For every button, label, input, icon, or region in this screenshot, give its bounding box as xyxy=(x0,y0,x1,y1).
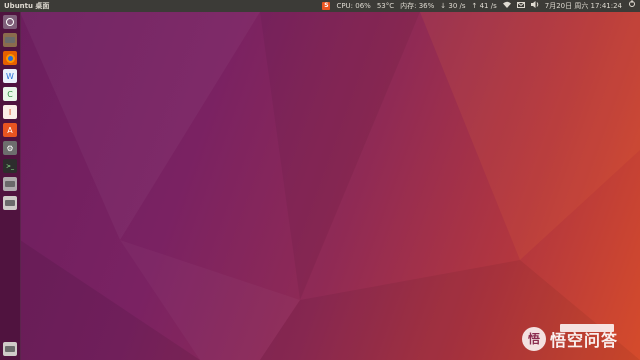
writer-icon[interactable]: W xyxy=(3,69,17,83)
terminal-icon[interactable]: >_ xyxy=(3,159,17,173)
power-icon[interactable] xyxy=(628,0,636,12)
volume-icon[interactable] xyxy=(530,0,539,12)
settings-icon[interactable]: ⚙ xyxy=(3,141,17,155)
trash-bottom-icon[interactable] xyxy=(3,342,17,356)
desktop-wallpaper xyxy=(0,0,640,360)
window-title: Ubuntu 桌面 xyxy=(4,2,50,10)
mail-icon[interactable] xyxy=(516,0,525,12)
firefox-icon[interactable] xyxy=(3,51,17,65)
cpu-indicator[interactable]: CPU: 06% xyxy=(336,0,370,12)
top-panel: Ubuntu 桌面 S CPU: 06% 53°C 内存: 36% ↓ 30 /… xyxy=(0,0,640,12)
launcher: W C I A ⚙ >_ xyxy=(0,12,21,360)
calc-icon[interactable]: C xyxy=(3,87,17,101)
download-indicator[interactable]: ↓ 30 /s xyxy=(440,0,465,12)
clock[interactable]: 7月20日 周六 17:41:24 xyxy=(545,0,622,12)
input-method-icon[interactable]: S xyxy=(322,2,331,10)
dash-icon[interactable] xyxy=(3,15,17,29)
drive-icon[interactable] xyxy=(3,177,17,191)
wifi-icon[interactable] xyxy=(502,0,511,12)
watermark-text: 悟空问答 xyxy=(550,331,619,350)
software-icon[interactable]: A xyxy=(3,123,17,137)
impress-icon[interactable]: I xyxy=(3,105,17,119)
files-icon[interactable] xyxy=(3,33,17,47)
temperature-indicator[interactable]: 53°C xyxy=(377,0,394,12)
upload-indicator[interactable]: ↑ 41 /s xyxy=(472,0,497,12)
trash-icon[interactable] xyxy=(3,196,17,210)
watermark-logo-icon: 悟 xyxy=(522,327,546,351)
memory-indicator[interactable]: 内存: 36% xyxy=(400,0,434,12)
watermark: 悟 悟空问答 xyxy=(522,326,634,352)
wallpaper-shapes xyxy=(20,12,640,360)
